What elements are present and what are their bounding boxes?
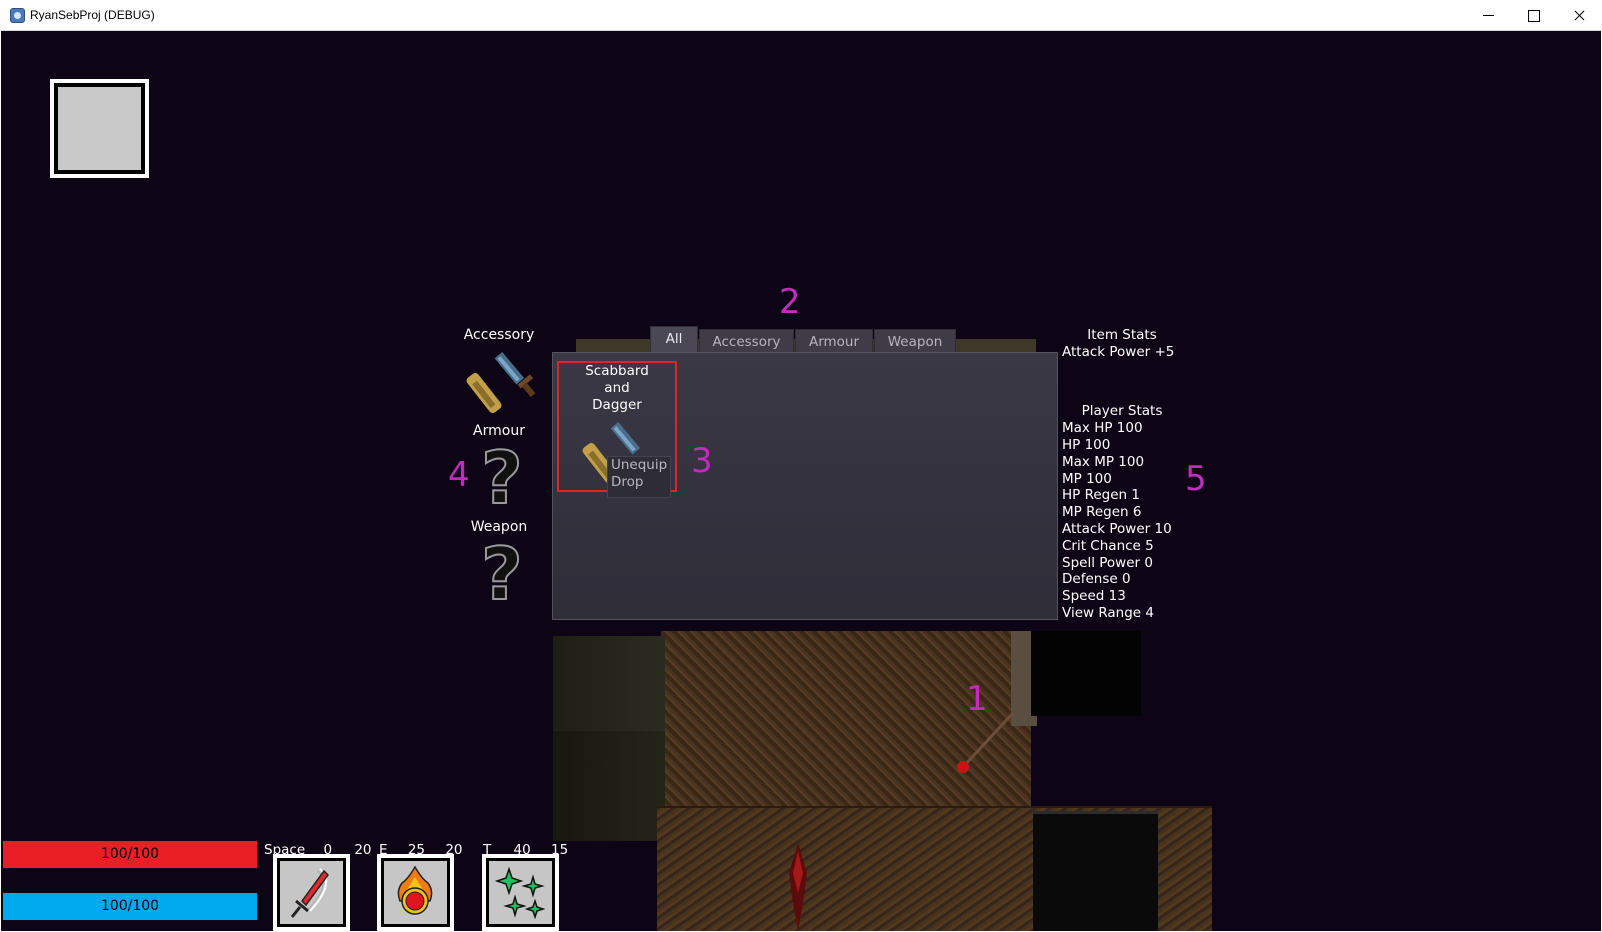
player-stat-line: Max MP 100 [1062, 454, 1145, 470]
game-viewport[interactable]: Accessory Armour ? Weapon ? All Accessor… [1, 31, 1601, 931]
scabbard-dagger-icon [466, 351, 536, 414]
item-name-line: Scabbard [585, 363, 649, 379]
item-stat-line: Attack Power +5 [1062, 344, 1175, 360]
accessory-slot[interactable] [463, 349, 543, 424]
player-stat-line: Crit Chance 5 [1062, 538, 1154, 554]
item-name: Scabbard and Dagger [559, 363, 675, 414]
player-stat-line: HP 100 [1062, 437, 1111, 453]
annotation-1: 1 [966, 679, 988, 719]
player-stat-line: HP Regen 1 [1062, 487, 1140, 503]
mp-bar: 100/100 [3, 893, 257, 920]
window-title: RyanSebProj (DEBUG) [30, 8, 155, 22]
tab-accessory[interactable]: Accessory [699, 329, 794, 353]
question-mark-icon: ? [480, 531, 524, 617]
scene-wall [553, 731, 665, 841]
fireball-icon [397, 865, 433, 915]
drop-menu-item[interactable]: Drop [608, 474, 670, 491]
annotation-2: 2 [779, 282, 801, 322]
minimap[interactable] [50, 79, 149, 178]
skill-slot-space[interactable] [273, 854, 350, 931]
annotation-3: 3 [691, 441, 713, 481]
accessory-slot-label: Accessory [463, 327, 535, 343]
sparkles-icon [494, 866, 546, 920]
player-stat-line: Attack Power 10 [1062, 521, 1172, 537]
skill-slot-t[interactable] [482, 854, 559, 931]
svg-text:?: ? [481, 537, 523, 612]
minimize-button[interactable] [1465, 0, 1511, 31]
armour-slot[interactable]: ? [477, 435, 557, 521]
svg-text:?: ? [481, 441, 523, 516]
player-stat-line: View Range 4 [1062, 605, 1154, 621]
player-character [789, 843, 807, 931]
skill-slot-e[interactable] [377, 854, 454, 931]
item-context-menu: Unequip Drop [607, 456, 671, 498]
annotation-5: 5 [1185, 459, 1207, 499]
player-stat-line: Spell Power 0 [1062, 555, 1153, 571]
armour-slot-label: Armour [473, 423, 525, 439]
minimap-view [54, 83, 145, 174]
player-stat-line: MP Regen 6 [1062, 504, 1142, 520]
item-name-line: Dagger [592, 397, 642, 413]
annotation-4: 4 [448, 455, 470, 495]
unequip-menu-item[interactable]: Unequip [608, 457, 670, 474]
skill-cooldown: 20 [354, 842, 372, 858]
tab-weapon[interactable]: Weapon [874, 329, 956, 353]
player-stat-line: Speed 13 [1062, 588, 1126, 604]
scene-floor-seam [657, 806, 1212, 808]
maximize-button[interactable] [1511, 0, 1557, 31]
player-stat-line: Defense 0 [1062, 571, 1131, 587]
weapon-slot[interactable]: ? [477, 531, 557, 617]
item-name-line: and [604, 380, 630, 396]
player-stats-title: Player Stats [1081, 403, 1163, 419]
scene-wall [553, 636, 665, 731]
window-titlebar: RyanSebProj (DEBUG) [0, 0, 1602, 31]
app-icon [10, 8, 25, 23]
player-stat-line: MP 100 [1062, 471, 1112, 487]
scene-block [1033, 811, 1158, 931]
tab-armour[interactable]: Armour [795, 329, 873, 353]
question-mark-icon: ? [480, 435, 524, 521]
close-button[interactable] [1556, 0, 1602, 31]
tab-all[interactable]: All [650, 326, 698, 353]
weapon-slot-label: Weapon [470, 519, 528, 535]
player-stat-line: Max HP 100 [1062, 420, 1143, 436]
scene-wall [1031, 631, 1141, 716]
hp-bar: 100/100 [3, 841, 257, 868]
sword-slash-icon [290, 868, 329, 918]
item-stats-title: Item Stats [1087, 327, 1157, 343]
